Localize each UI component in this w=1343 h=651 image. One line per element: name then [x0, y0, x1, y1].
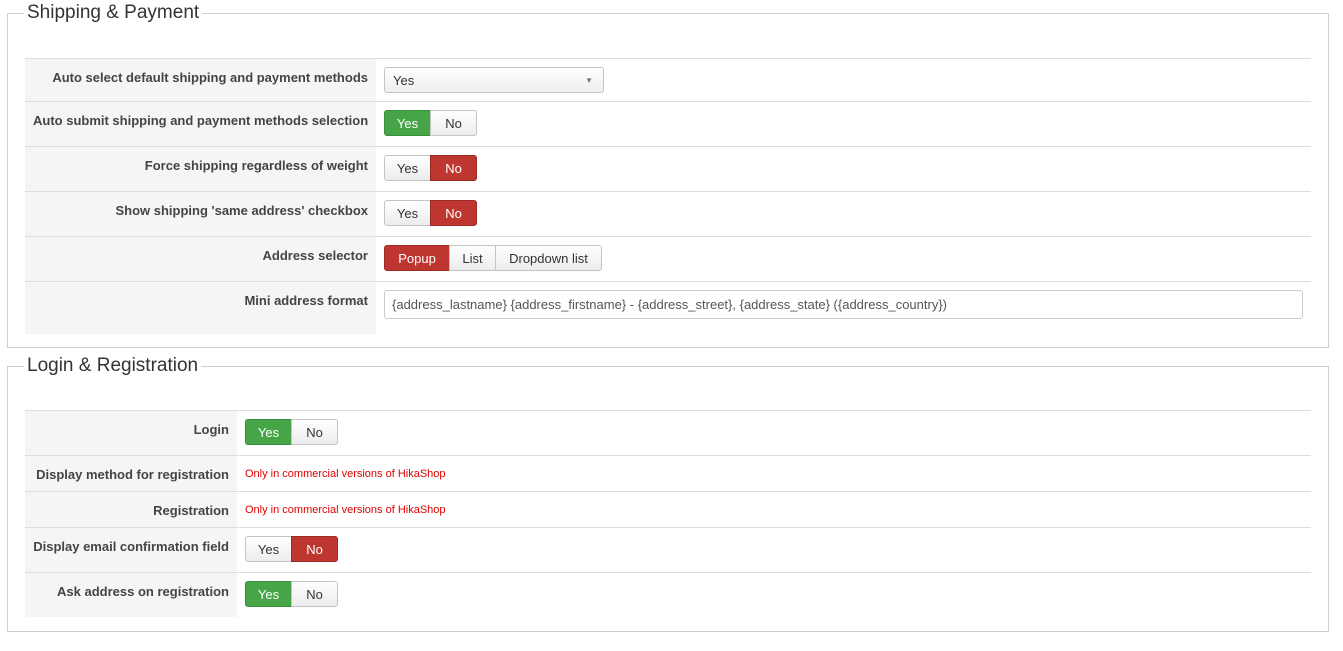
registration-commercial-note: Only in commercial versions of HikaShop — [245, 504, 446, 516]
login-registration-rows: Login Yes No Display method for registra… — [25, 410, 1311, 617]
caret-down-icon: ▼ — [585, 75, 593, 85]
email-confirm-toggle: Yes No — [245, 536, 338, 562]
force-shipping-toggle: Yes No — [384, 155, 477, 181]
ask-address-toggle: Yes No — [245, 581, 338, 607]
row-auto-select: Auto select default shipping and payment… — [25, 58, 1311, 101]
auto-select-label: Auto select default shipping and payment… — [25, 59, 376, 101]
login-yes-button[interactable]: Yes — [245, 419, 292, 445]
same-address-label: Show shipping 'same address' checkbox — [25, 192, 376, 236]
row-mini-address: Mini address format — [25, 281, 1311, 334]
ask-address-label: Ask address on registration — [25, 573, 237, 617]
address-selector-dropdown-button[interactable]: Dropdown list — [495, 245, 602, 271]
address-selector-popup-button[interactable]: Popup — [384, 245, 450, 271]
address-selector-list-button[interactable]: List — [449, 245, 496, 271]
email-confirm-label: Display email confirmation field — [25, 528, 237, 572]
row-address-selector: Address selector Popup List Dropdown lis… — [25, 236, 1311, 281]
same-address-toggle: Yes No — [384, 200, 477, 226]
force-shipping-label: Force shipping regardless of weight — [25, 147, 376, 191]
login-toggle: Yes No — [245, 419, 338, 445]
row-registration: Registration Only in commercial versions… — [25, 491, 1311, 527]
ask-address-no-button[interactable]: No — [291, 581, 338, 607]
email-confirm-no-button[interactable]: No — [291, 536, 338, 562]
shipping-payment-fieldset: Shipping & Payment Auto select default s… — [7, 2, 1329, 348]
display-method-label: Display method for registration — [25, 456, 237, 491]
login-no-button[interactable]: No — [291, 419, 338, 445]
row-force-shipping: Force shipping regardless of weight Yes … — [25, 146, 1311, 191]
login-label: Login — [25, 411, 237, 455]
address-selector-group: Popup List Dropdown list — [384, 245, 602, 271]
address-selector-label: Address selector — [25, 237, 376, 281]
auto-submit-yes-button[interactable]: Yes — [384, 110, 431, 136]
login-registration-legend: Login & Registration — [27, 355, 199, 376]
auto-submit-toggle: Yes No — [384, 110, 477, 136]
mini-address-label: Mini address format — [25, 282, 376, 334]
shipping-payment-rows: Auto select default shipping and payment… — [25, 58, 1311, 334]
force-shipping-no-button[interactable]: No — [430, 155, 477, 181]
row-ask-address: Ask address on registration Yes No — [25, 572, 1311, 617]
auto-submit-no-button[interactable]: No — [430, 110, 477, 136]
auto-select-dropdown[interactable]: Yes ▼ — [384, 67, 604, 93]
display-method-commercial-note: Only in commercial versions of HikaShop — [245, 468, 446, 480]
auto-select-value: Yes — [393, 72, 415, 88]
login-registration-fieldset: Login & Registration Login Yes No Displa… — [7, 355, 1329, 632]
mini-address-input[interactable] — [384, 290, 1303, 319]
row-same-address: Show shipping 'same address' checkbox Ye… — [25, 191, 1311, 236]
row-email-confirm: Display email confirmation field Yes No — [25, 527, 1311, 572]
same-address-yes-button[interactable]: Yes — [384, 200, 431, 226]
same-address-no-button[interactable]: No — [430, 200, 477, 226]
force-shipping-yes-button[interactable]: Yes — [384, 155, 431, 181]
email-confirm-yes-button[interactable]: Yes — [245, 536, 292, 562]
row-display-method: Display method for registration Only in … — [25, 455, 1311, 491]
ask-address-yes-button[interactable]: Yes — [245, 581, 292, 607]
row-login: Login Yes No — [25, 410, 1311, 455]
registration-label: Registration — [25, 492, 237, 527]
row-auto-submit: Auto submit shipping and payment methods… — [25, 101, 1311, 146]
auto-submit-label: Auto submit shipping and payment methods… — [25, 102, 376, 146]
shipping-payment-legend: Shipping & Payment — [27, 2, 200, 23]
